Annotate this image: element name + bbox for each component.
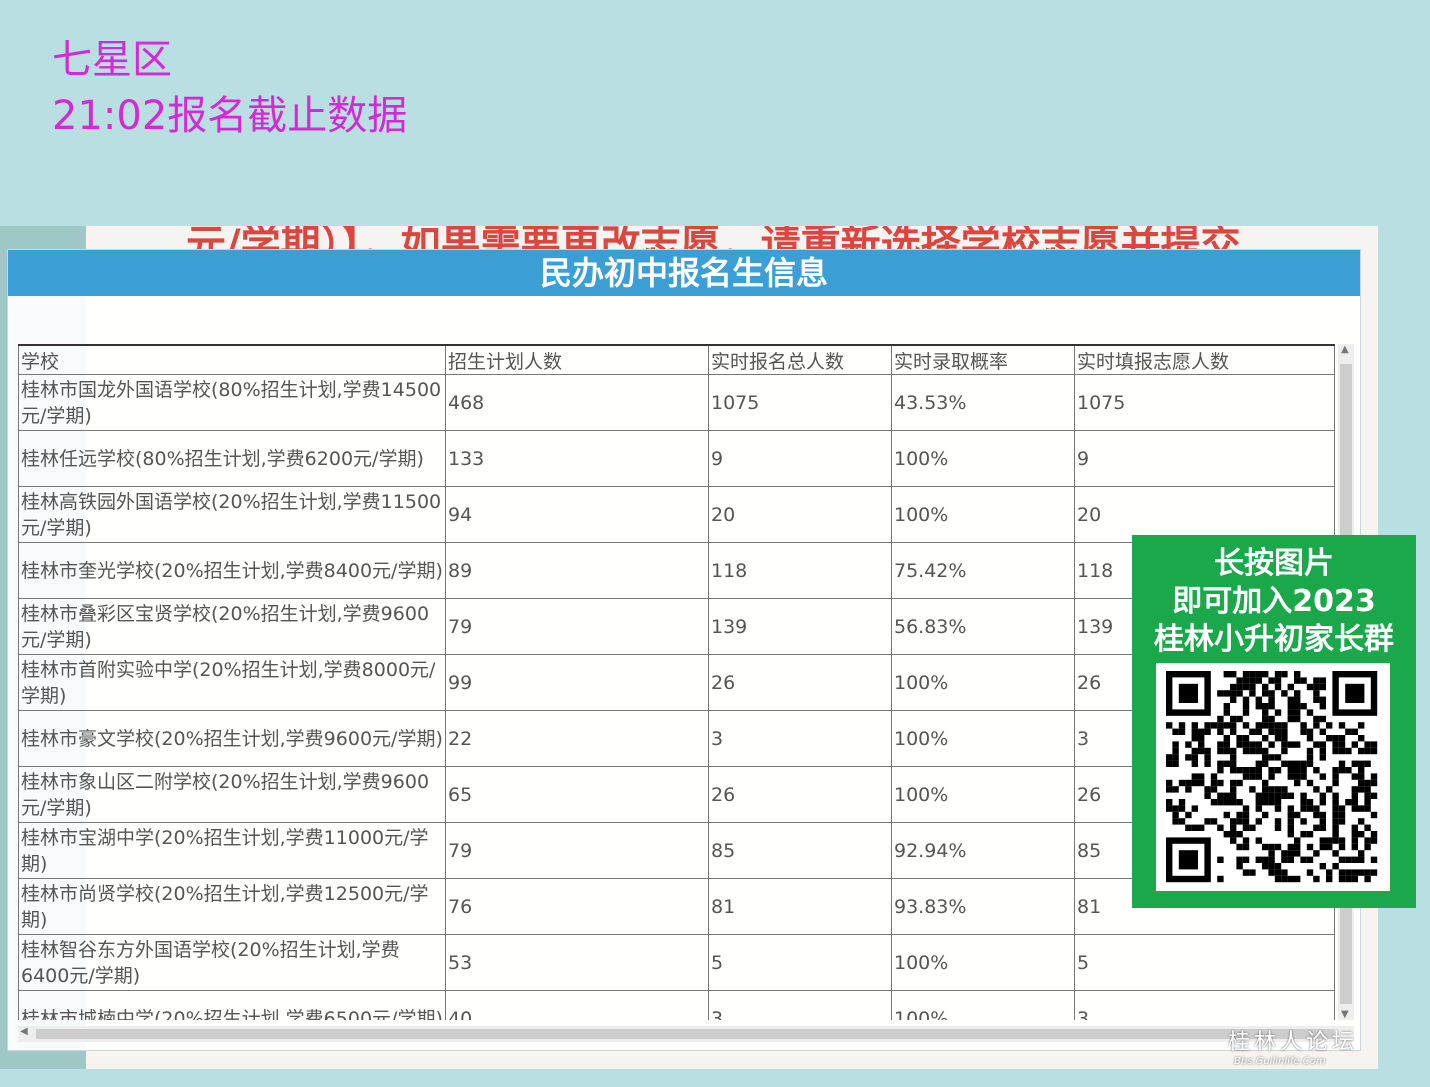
scroll-down-arrow-icon[interactable]: ▼ — [1341, 1009, 1349, 1020]
qr-text-line2: 即可加入2023 — [1172, 584, 1376, 619]
header-applicants: 实时报名总人数 — [708, 344, 892, 375]
scroll-left-arrow-icon[interactable]: ◀ — [20, 1026, 28, 1037]
cell-school: 桂林市叠彩区宝贤学校(20%招生计划,学费9600元/学期) — [18, 598, 446, 655]
cell-applicants: 26 — [708, 654, 892, 711]
cell-probability: 100% — [891, 766, 1075, 823]
cell-probability: 56.83% — [891, 598, 1075, 655]
scroll-up-arrow-icon[interactable]: ▲ — [1341, 344, 1349, 355]
cell-applicants: 139 — [708, 598, 892, 655]
cell-school: 桂林市国龙外国语学校(80%招生计划,学费14500元/学期) — [18, 374, 446, 431]
table-row: 桂林智谷东方外国语学校(20%招生计划,学费6400元/学期) 53 5 100… — [18, 934, 1335, 991]
cell-probability: 75.42% — [891, 542, 1075, 599]
cell-plan: 76 — [445, 878, 709, 935]
cell-plan: 99 — [445, 654, 709, 711]
heading-district: 七星区 — [52, 37, 172, 83]
site-watermark: 桂林人论坛 Bbs.Guilinlife.Com — [1228, 1024, 1358, 1067]
cell-applicants: 118 — [708, 542, 892, 599]
cell-plan: 468 — [445, 374, 709, 431]
cell-probability: 100% — [891, 710, 1075, 767]
qr-text-line3: 桂林小升初家长群 — [1154, 622, 1394, 657]
cell-probability: 100% — [891, 934, 1075, 991]
dialog-title: 民办初中报名生信息 — [8, 250, 1360, 296]
cell-applicants: 5 — [708, 934, 892, 991]
page-heading: 七星区 21:02报名截止数据 — [52, 32, 407, 144]
cell-plan: 89 — [445, 542, 709, 599]
table-header-row: 学校 招生计划人数 实时报名总人数 实时录取概率 实时填报志愿人数 — [18, 344, 1335, 375]
cell-choices: 3 — [1074, 990, 1335, 1020]
cell-plan: 94 — [445, 486, 709, 543]
cell-school: 桂林任远学校(80%招生计划,学费6200元/学期) — [18, 430, 446, 487]
qr-code[interactable] — [1156, 663, 1390, 891]
cell-school: 桂林市尚贤学校(20%招生计划,学费12500元/学期) — [18, 878, 446, 935]
cell-plan: 133 — [445, 430, 709, 487]
cell-school: 桂林市宝湖中学(20%招生计划,学费11000元/学期) — [18, 822, 446, 879]
table-row: 桂林市城楠中学(20%招生计划,学费6500元/学期) 40 3 100% 3 — [18, 990, 1335, 1020]
cell-plan: 22 — [445, 710, 709, 767]
cell-plan: 65 — [445, 766, 709, 823]
cell-applicants: 26 — [708, 766, 892, 823]
cell-plan: 40 — [445, 990, 709, 1020]
qr-promo-card[interactable]: 长按图片 即可加入2023 桂林小升初家长群 — [1132, 535, 1416, 908]
cell-applicants: 85 — [708, 822, 892, 879]
cell-school: 桂林市奎光学校(20%招生计划,学费8400元/学期) — [18, 542, 446, 599]
cell-probability: 100% — [891, 430, 1075, 487]
horizontal-scrollbar[interactable]: ◀ — [18, 1026, 1354, 1042]
horizontal-scroll-thumb[interactable] — [36, 1029, 1334, 1039]
table-row: 桂林任远学校(80%招生计划,学费6200元/学期) 133 9 100% 9 — [18, 430, 1335, 487]
header-probability: 实时录取概率 — [891, 344, 1075, 375]
cell-probability: 100% — [891, 654, 1075, 711]
cell-school: 桂林市象山区二附学校(20%招生计划,学费9600元/学期) — [18, 766, 446, 823]
header-school: 学校 — [18, 344, 446, 375]
cell-probability: 100% — [891, 990, 1075, 1020]
qr-code-icon — [1166, 671, 1378, 883]
cell-choices: 1075 — [1074, 374, 1335, 431]
watermark-main: 桂林人论坛 — [1228, 1030, 1359, 1055]
cell-probability: 92.94% — [891, 822, 1075, 879]
cell-choices: 9 — [1074, 430, 1335, 487]
cell-plan: 79 — [445, 822, 709, 879]
watermark-sub: Bbs.Guilinlife.Com — [1234, 1056, 1326, 1067]
qr-text-line1: 长按图片 — [1214, 546, 1334, 581]
cell-probability: 43.53% — [891, 374, 1075, 431]
cell-school: 桂林市首附实验中学(20%招生计划,学费8000元/学期) — [18, 654, 446, 711]
cell-school: 桂林市豪文学校(20%招生计划,学费9600元/学期) — [18, 710, 446, 767]
cell-applicants: 3 — [708, 710, 892, 767]
header-choices: 实时填报志愿人数 — [1074, 344, 1335, 375]
table-row: 桂林市国龙外国语学校(80%招生计划,学费14500元/学期) 468 1075… — [18, 374, 1335, 431]
cell-plan: 79 — [445, 598, 709, 655]
cell-probability: 100% — [891, 486, 1075, 543]
cell-applicants: 81 — [708, 878, 892, 935]
heading-subtitle: 21:02报名截止数据 — [52, 93, 408, 139]
cell-plan: 53 — [445, 934, 709, 991]
cell-choices: 5 — [1074, 934, 1335, 991]
cell-applicants: 20 — [708, 486, 892, 543]
cell-applicants: 3 — [708, 990, 892, 1020]
cell-school: 桂林市城楠中学(20%招生计划,学费6500元/学期) — [18, 990, 446, 1020]
cell-school: 桂林智谷东方外国语学校(20%招生计划,学费6400元/学期) — [18, 934, 446, 991]
cell-applicants: 9 — [708, 430, 892, 487]
cell-probability: 93.83% — [891, 878, 1075, 935]
header-plan: 招生计划人数 — [445, 344, 709, 375]
cell-applicants: 1075 — [708, 374, 892, 431]
cell-school: 桂林高铁园外国语学校(20%招生计划,学费11500元/学期) — [18, 486, 446, 543]
